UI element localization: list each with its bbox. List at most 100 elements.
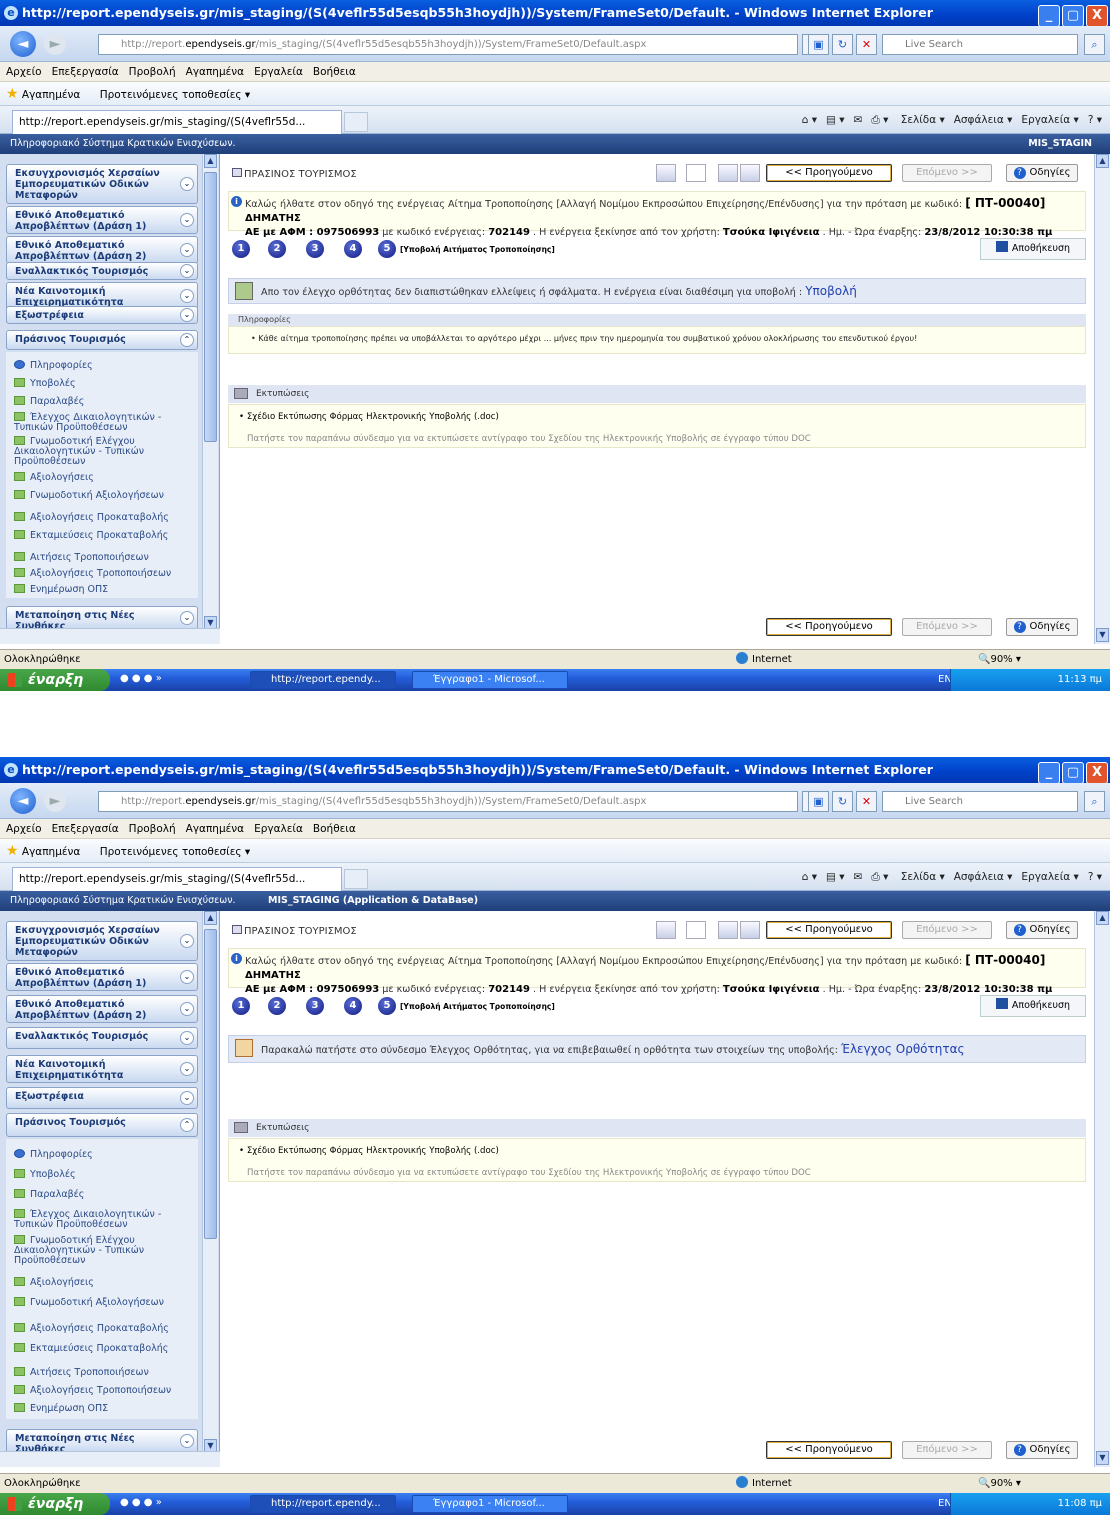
help-button[interactable]: ? Οδηγίες	[1006, 164, 1078, 182]
feeds-icon[interactable]: ▤ ▾	[826, 871, 845, 883]
menu-view[interactable]: Προβολή	[129, 66, 176, 78]
help-button-bottom[interactable]: ? Οδηγίες	[1006, 618, 1078, 636]
sidebar-item-amend-eval[interactable]: Αξιολογήσεις Τροποποιήσεων	[14, 1385, 194, 1396]
back-button[interactable]: ◄	[10, 788, 36, 814]
step-5[interactable]: 5	[378, 997, 396, 1015]
view-icon[interactable]	[656, 921, 676, 939]
save-button[interactable]: Αποθήκευση	[980, 995, 1086, 1017]
content-scrollbar[interactable]: ▲ ▼	[1094, 154, 1110, 644]
scroll-up-icon[interactable]: ▲	[204, 154, 217, 168]
stop-icon[interactable]: ✕	[856, 34, 877, 55]
sidebar-item-receipts[interactable]: Παραλαβές	[14, 396, 194, 407]
quick-launch[interactable]: ● ● ● »	[120, 673, 190, 687]
sidebar-section-reserve-2[interactable]: Εθνικό Αποθεματικό Απροβλέπτων (Δράση 2)…	[6, 236, 198, 264]
step-5[interactable]: 5	[378, 240, 396, 258]
sidebar-item-doc-opinion[interactable]: Γνωμοδοτική Ελέγχου Δικαιολογητικών - Τυ…	[14, 436, 194, 467]
suggested-sites-link[interactable]: Προτεινόμενες τοποθεσίες ▾	[100, 89, 250, 101]
scroll-down-icon[interactable]: ▼	[1096, 628, 1109, 642]
sidebar-section-transport[interactable]: Εκσυγχρονισμός Χερσαίων Εμπορευματικών Ο…	[6, 164, 198, 204]
menu-tools[interactable]: Εργαλεία	[254, 823, 303, 835]
sidebar-section-manufacturing[interactable]: Μεταποίηση στις Νέες Συνθήκες ⌄	[6, 1429, 198, 1455]
page-menu[interactable]: Σελίδα ▾	[901, 871, 945, 883]
sidebar-section-green-tourism[interactable]: Πράσινος Τουρισμός ⌃	[6, 330, 198, 350]
view-icon[interactable]	[656, 164, 676, 182]
favorites-button[interactable]: Αγαπημένα	[22, 846, 80, 858]
prev-button-bottom[interactable]: << Προηγούμενο	[766, 618, 892, 636]
next-button-bottom[interactable]: Επόμενο >>	[902, 618, 992, 636]
sidebar-item-advance-payment[interactable]: Εκταμιεύσεις Προκαταβολής	[14, 530, 194, 541]
sidebar-item-info[interactable]: Πληροφορίες	[14, 360, 194, 371]
close-button[interactable]: X	[1086, 5, 1108, 26]
edit-icon[interactable]	[686, 164, 706, 182]
sidebar-item-info[interactable]: Πληροφορίες	[14, 1149, 194, 1160]
step-1[interactable]: 1	[232, 240, 250, 258]
print-form-link[interactable]: Σχέδιο Εκτύπωσης Φόρμας Ηλεκτρονικής Υπο…	[247, 412, 499, 422]
next-button[interactable]: Επόμενο >>	[902, 921, 992, 939]
task-ie[interactable]: http://report.ependy...	[250, 671, 396, 689]
sidebar-item-doc-check[interactable]: Έλεγχος Δικαιολογητικών - Τυπικών Προϋπο…	[14, 412, 194, 433]
scroll-up-icon[interactable]: ▲	[1096, 911, 1109, 925]
tools-menu[interactable]: Εργαλεία ▾	[1021, 114, 1078, 126]
layout-icon[interactable]	[718, 164, 738, 182]
sidebar-item-amend-eval[interactable]: Αξιολογήσεις Τροποποιήσεων	[14, 568, 194, 579]
sidebar-item-amend-requests[interactable]: Αιτήσεις Τροποποιήσεων	[14, 1367, 194, 1378]
edit-icon[interactable]	[686, 921, 706, 939]
search-input[interactable]: Live Search	[882, 34, 1078, 55]
address-bar[interactable]: http://report.ependyseis.gr/mis_staging/…	[98, 791, 798, 812]
sidebar-item-evaluations[interactable]: Αξιολογήσεις	[14, 1277, 194, 1288]
sidebar-section-reserve-1[interactable]: Εθνικό Αποθεματικό Απροβλέπτων (Δράση 1)…	[6, 963, 198, 991]
menu-view[interactable]: Προβολή	[129, 823, 176, 835]
menu-tools[interactable]: Εργαλεία	[254, 66, 303, 78]
tab-current[interactable]: http://report.ependyseis.gr/mis_staging/…	[12, 110, 342, 134]
scroll-up-icon[interactable]: ▲	[1096, 154, 1109, 168]
menu-file[interactable]: Αρχείο	[6, 66, 42, 78]
sidebar-item-receipts[interactable]: Παραλαβές	[14, 1189, 194, 1200]
sidebar-item-advance-eval[interactable]: Αξιολογήσεις Προκαταβολής	[14, 512, 194, 523]
print-icon[interactable]: ⎙ ▾	[871, 114, 888, 126]
sidebar-hscrollbar[interactable]	[0, 628, 220, 644]
submit-link[interactable]: Υποβολή	[805, 284, 857, 298]
zoom-level[interactable]: 🔍90% ▾	[978, 1474, 1021, 1494]
step-3[interactable]: 3	[306, 997, 324, 1015]
new-tab-button[interactable]	[344, 869, 368, 889]
stop-icon[interactable]: ✕	[856, 791, 877, 812]
save-button[interactable]: Αποθήκευση	[980, 238, 1086, 260]
safety-menu[interactable]: Ασφάλεια ▾	[954, 871, 1013, 883]
print-form-link[interactable]: Σχέδιο Εκτύπωσης Φόρμας Ηλεκτρονικής Υπο…	[247, 1146, 499, 1156]
sidebar-section-manufacturing[interactable]: Μεταποίηση στις Νέες Συνθήκες ⌄	[6, 606, 198, 632]
sidebar-item-ops-update[interactable]: Ενημέρωση ΟΠΣ	[14, 1403, 194, 1414]
task-ie[interactable]: http://report.ependy...	[250, 1495, 396, 1513]
search-input[interactable]: Live Search	[882, 791, 1078, 812]
image-icon[interactable]	[740, 921, 760, 939]
menu-help[interactable]: Βοήθεια	[313, 823, 356, 835]
minimize-button[interactable]: _	[1038, 5, 1060, 26]
step-1[interactable]: 1	[232, 997, 250, 1015]
menu-favorites[interactable]: Αγαπημένα	[186, 66, 244, 78]
menu-help[interactable]: Βοήθεια	[313, 66, 356, 78]
layout-icon[interactable]	[718, 921, 738, 939]
maximize-button[interactable]: ▢	[1062, 762, 1084, 783]
minimize-button[interactable]: _	[1038, 762, 1060, 783]
compat-icon[interactable]: ▣	[808, 34, 829, 55]
scroll-down-icon[interactable]: ▼	[1096, 1451, 1109, 1465]
tab-current[interactable]: http://report.ependyseis.gr/mis_staging/…	[12, 867, 342, 891]
menu-file[interactable]: Αρχείο	[6, 823, 42, 835]
favorites-button[interactable]: Αγαπημένα	[22, 89, 80, 101]
prev-button[interactable]: << Προηγούμενο	[766, 921, 892, 939]
task-word[interactable]: Έγγραφο1 - Microsof...	[412, 671, 568, 689]
scroll-up-icon[interactable]: ▲	[204, 911, 217, 925]
search-icon[interactable]: ⌕	[1084, 34, 1105, 55]
help-button-bottom[interactable]: ? Οδηγίες	[1006, 1441, 1078, 1459]
search-icon[interactable]: ⌕	[1084, 791, 1105, 812]
scroll-thumb[interactable]	[204, 172, 217, 442]
address-bar[interactable]: http://report.ependyseis.gr/mis_staging/…	[98, 34, 798, 55]
menu-favorites[interactable]: Αγαπημένα	[186, 823, 244, 835]
home-icon[interactable]: ⌂ ▾	[802, 114, 817, 126]
sidebar-section-alt-tourism[interactable]: Εναλλακτικός Τουρισμός ⌄	[6, 262, 198, 280]
next-button-bottom[interactable]: Επόμενο >>	[902, 1441, 992, 1459]
zoom-level[interactable]: 🔍90% ▾	[978, 650, 1021, 670]
help-button[interactable]: ? Οδηγίες	[1006, 921, 1078, 939]
content-scrollbar[interactable]: ▲ ▼	[1094, 911, 1110, 1467]
suggested-sites-link[interactable]: Προτεινόμενες τοποθεσίες ▾	[100, 846, 250, 858]
scroll-thumb[interactable]	[204, 929, 217, 1239]
